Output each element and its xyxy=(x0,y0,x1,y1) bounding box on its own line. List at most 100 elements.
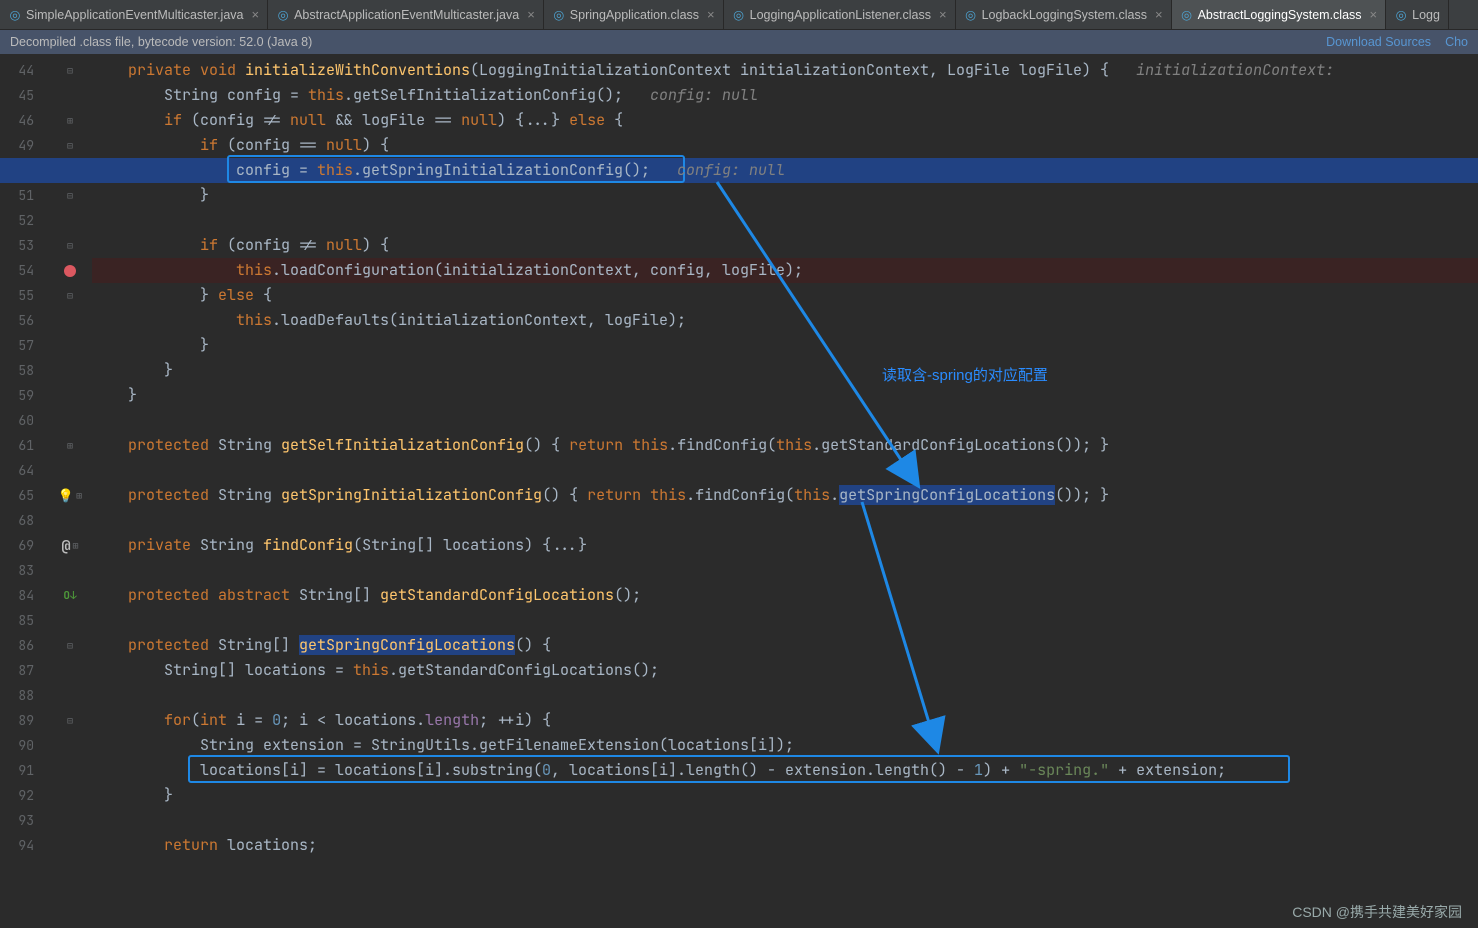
tab-simpleappmulticaster[interactable]: ◎ SimpleApplicationEventMulticaster.java × xyxy=(0,0,268,29)
tab-label: LoggingApplicationListener.class xyxy=(750,8,931,22)
tab-bar: ◎ SimpleApplicationEventMulticaster.java ×… xyxy=(0,0,1478,30)
fold-icon[interactable]: ⊟ xyxy=(67,239,73,252)
close-icon[interactable]: × xyxy=(251,7,259,22)
banner-message: Decompiled .class file, bytecode version… xyxy=(10,35,312,49)
fold-icon[interactable]: ⊞ xyxy=(72,539,78,552)
fold-icon[interactable]: ⊞ xyxy=(67,439,73,452)
tab-label: LogbackLoggingSystem.class xyxy=(982,8,1147,22)
code-editor[interactable]: 44 45 46 49 50 51 52 53 54 55 56 57 58 5… xyxy=(0,54,1478,928)
code-line[interactable]: for(int i = 0; i < locations.length; ++i… xyxy=(92,708,1478,733)
close-icon[interactable]: × xyxy=(707,7,715,22)
line-number: 83 xyxy=(0,558,48,583)
tab-loggingapplicationlistener[interactable]: ◎ LoggingApplicationListener.class × xyxy=(724,0,956,29)
overridden-icon[interactable]: O↓ xyxy=(63,589,76,603)
tab-logbackloggingsystem[interactable]: ◎ LogbackLoggingSystem.class × xyxy=(956,0,1172,29)
code-line[interactable]: } xyxy=(92,183,1478,208)
tab-springapplication[interactable]: ◎SpringApplication.class× xyxy=(544,0,724,29)
fold-icon[interactable]: ⊟ xyxy=(67,639,73,652)
line-number: 89 xyxy=(0,708,48,733)
code-line[interactable]: protected String getSpringInitialization… xyxy=(92,483,1478,508)
fold-icon[interactable]: ⊟ xyxy=(67,714,73,727)
line-number: 53 xyxy=(0,233,48,258)
breakpoint-icon[interactable] xyxy=(64,265,76,277)
line-gutter: 44 45 46 49 50 51 52 53 54 55 56 57 58 5… xyxy=(0,54,48,928)
choose-sources-link[interactable]: Cho xyxy=(1445,35,1468,49)
code-line[interactable]: protected String[] getSpringConfigLocati… xyxy=(92,633,1478,658)
code-line[interactable] xyxy=(92,558,1478,583)
line-number: 88 xyxy=(0,683,48,708)
code-line[interactable]: private String findConfig(String[] locat… xyxy=(92,533,1478,558)
tab-abstractappmulticaster[interactable]: ◎AbstractApplicationEventMulticaster.jav… xyxy=(268,0,544,29)
code-line[interactable] xyxy=(92,608,1478,633)
code-line[interactable]: } xyxy=(92,783,1478,808)
line-number: 65 xyxy=(0,483,48,508)
tab-label: SimpleApplicationEventMulticaster.java xyxy=(26,8,243,22)
code-line[interactable]: String config = this.getSelfInitializati… xyxy=(92,83,1478,108)
line-number: 54 xyxy=(0,258,48,283)
intention-bulb-icon[interactable]: 💡 xyxy=(58,487,74,504)
tab-label: AbstractApplicationEventMulticaster.java xyxy=(294,8,519,22)
close-icon[interactable]: × xyxy=(1370,7,1378,22)
code-line[interactable]: if (config == null) { xyxy=(92,133,1478,158)
close-icon[interactable]: × xyxy=(1155,7,1163,22)
code-line[interactable] xyxy=(92,408,1478,433)
code-line[interactable]: private void initializeWithConventions(L… xyxy=(92,58,1478,83)
code-line[interactable]: if (config != null && logFile == null) {… xyxy=(92,108,1478,133)
code-line[interactable] xyxy=(92,508,1478,533)
line-number: 59 xyxy=(0,383,48,408)
code-line[interactable]: this.loadConfiguration(initializationCon… xyxy=(92,258,1478,283)
code-line[interactable]: if (config != null) { xyxy=(92,233,1478,258)
close-icon[interactable]: × xyxy=(939,7,947,22)
line-number: 56 xyxy=(0,308,48,333)
line-number: 51 xyxy=(0,183,48,208)
line-number: 55 xyxy=(0,283,48,308)
tab-abstractloggingsystem[interactable]: ◎ AbstractLoggingSystem.class × xyxy=(1172,0,1387,29)
line-number: 58 xyxy=(0,358,48,383)
code-line[interactable] xyxy=(92,458,1478,483)
download-sources-link[interactable]: Download Sources xyxy=(1326,35,1431,49)
override-icon[interactable]: @ xyxy=(61,536,70,556)
code-line[interactable]: config = this.getSpringInitializationCon… xyxy=(92,158,1478,183)
class-icon: ◎ xyxy=(1180,8,1194,22)
line-number: 91 xyxy=(0,758,48,783)
line-number: 44 xyxy=(0,58,48,83)
close-icon[interactable]: × xyxy=(527,7,535,22)
line-number: 90 xyxy=(0,733,48,758)
fold-icon[interactable]: ⊟ xyxy=(67,64,73,77)
line-number: 69 xyxy=(0,533,48,558)
code-line[interactable] xyxy=(92,683,1478,708)
tab-label: AbstractLoggingSystem.class xyxy=(1198,8,1362,22)
line-number: 84 xyxy=(0,583,48,608)
code-area[interactable]: private void initializeWithConventions(L… xyxy=(92,54,1478,928)
fold-icon[interactable]: ⊟ xyxy=(67,289,73,302)
fold-icon[interactable]: ⊞ xyxy=(67,114,73,127)
fold-icon[interactable]: ⊞ xyxy=(76,489,82,502)
line-number: 87 xyxy=(0,658,48,683)
fold-icon[interactable]: ⊟ xyxy=(67,139,73,152)
code-line[interactable]: protected abstract String[] getStandardC… xyxy=(92,583,1478,608)
code-line[interactable] xyxy=(92,808,1478,833)
line-number: 52 xyxy=(0,208,48,233)
class-icon: ◎ xyxy=(8,8,22,22)
code-line[interactable]: String[] locations = this.getStandardCon… xyxy=(92,658,1478,683)
code-line[interactable]: locations[i] = locations[i].substring(0,… xyxy=(92,758,1478,783)
code-line[interactable]: } xyxy=(92,333,1478,358)
code-line[interactable]: this.loadDefaults(initializationContext,… xyxy=(92,308,1478,333)
code-line[interactable] xyxy=(92,208,1478,233)
decompiled-banner: Decompiled .class file, bytecode version… xyxy=(0,30,1478,54)
code-line[interactable]: return locations; xyxy=(92,833,1478,858)
class-icon: ◎ xyxy=(964,8,978,22)
code-line[interactable]: String extension = StringUtils.getFilena… xyxy=(92,733,1478,758)
line-number: 45 xyxy=(0,83,48,108)
line-number: 93 xyxy=(0,808,48,833)
tab-overflow[interactable]: ◎Logg xyxy=(1386,0,1449,29)
tab-label: Logg xyxy=(1412,8,1440,22)
line-number: 60 xyxy=(0,408,48,433)
code-line[interactable]: } xyxy=(92,383,1478,408)
code-line[interactable]: } else { xyxy=(92,283,1478,308)
fold-icon[interactable]: ⊟ xyxy=(67,189,73,202)
code-line[interactable]: } xyxy=(92,358,1478,383)
line-number: 64 xyxy=(0,458,48,483)
code-line[interactable]: protected String getSelfInitializationCo… xyxy=(92,433,1478,458)
class-icon: ◎ xyxy=(732,8,746,22)
